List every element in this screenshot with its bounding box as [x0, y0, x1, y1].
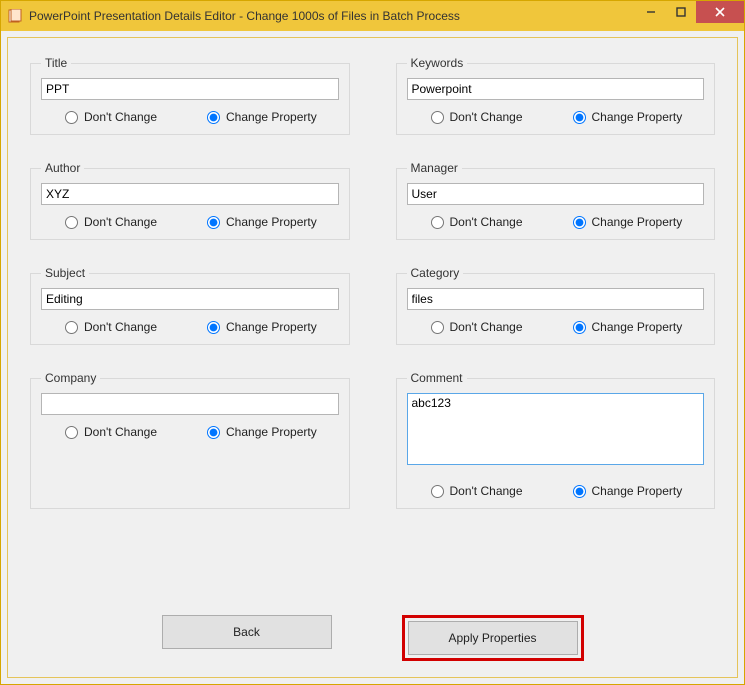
legend-keywords: Keywords — [407, 56, 468, 70]
manager-input[interactable] — [407, 183, 705, 205]
radio-row-comment: Don't Change Change Property — [407, 484, 705, 498]
group-category: Category Don't Change Change Property — [396, 266, 716, 345]
manager-dont-change-radio[interactable]: Don't Change — [431, 215, 523, 229]
titlebar[interactable]: PowerPoint Presentation Details Editor -… — [1, 1, 744, 31]
group-author: Author Don't Change Change Property — [30, 161, 350, 240]
radio-row-subject: Don't Change Change Property — [41, 320, 339, 334]
maximize-button[interactable] — [666, 1, 696, 23]
keywords-change-property-radio[interactable]: Change Property — [573, 110, 683, 124]
category-change-property-radio[interactable]: Change Property — [573, 320, 683, 334]
author-dont-change-radio[interactable]: Don't Change — [65, 215, 157, 229]
title-dont-change-radio[interactable]: Don't Change — [65, 110, 157, 124]
minimize-button[interactable] — [636, 1, 666, 23]
manager-change-property-radio[interactable]: Change Property — [573, 215, 683, 229]
apply-properties-button[interactable]: Apply Properties — [408, 621, 578, 655]
keywords-dont-change-radio[interactable]: Don't Change — [431, 110, 523, 124]
category-input[interactable] — [407, 288, 705, 310]
comment-input[interactable] — [407, 393, 705, 465]
radio-row-title: Don't Change Change Property — [41, 110, 339, 124]
app-icon — [7, 8, 23, 24]
company-dont-change-radio[interactable]: Don't Change — [65, 425, 157, 439]
radio-row-keywords: Don't Change Change Property — [407, 110, 705, 124]
category-dont-change-radio[interactable]: Don't Change — [431, 320, 523, 334]
legend-author: Author — [41, 161, 84, 175]
legend-subject: Subject — [41, 266, 89, 280]
radio-row-manager: Don't Change Change Property — [407, 215, 705, 229]
group-subject: Subject Don't Change Change Property — [30, 266, 350, 345]
close-button[interactable] — [696, 1, 744, 23]
keywords-input[interactable] — [407, 78, 705, 100]
back-button[interactable]: Back — [162, 615, 332, 649]
group-manager: Manager Don't Change Change Property — [396, 161, 716, 240]
apply-highlight: Apply Properties — [402, 615, 584, 661]
company-change-property-radio[interactable]: Change Property — [207, 425, 317, 439]
radio-row-author: Don't Change Change Property — [41, 215, 339, 229]
legend-comment: Comment — [407, 371, 467, 385]
app-window: PowerPoint Presentation Details Editor -… — [0, 0, 745, 685]
window-title: PowerPoint Presentation Details Editor -… — [29, 9, 460, 23]
window-controls — [636, 1, 744, 23]
title-input[interactable] — [41, 78, 339, 100]
footer-buttons: Back Apply Properties — [8, 615, 737, 661]
company-input[interactable] — [41, 393, 339, 415]
group-title: Title Don't Change Change Property — [30, 56, 350, 135]
group-comment: Comment Don't Change Change Property — [396, 371, 716, 509]
group-company: Company Don't Change Change Property — [30, 371, 350, 509]
legend-manager: Manager — [407, 161, 462, 175]
subject-input[interactable] — [41, 288, 339, 310]
legend-category: Category — [407, 266, 464, 280]
subject-change-property-radio[interactable]: Change Property — [207, 320, 317, 334]
author-change-property-radio[interactable]: Change Property — [207, 215, 317, 229]
radio-row-company: Don't Change Change Property — [41, 425, 339, 439]
comment-dont-change-radio[interactable]: Don't Change — [431, 484, 523, 498]
comment-change-property-radio[interactable]: Change Property — [573, 484, 683, 498]
content-area: Title Don't Change Change Property Keywo… — [7, 37, 738, 678]
legend-title: Title — [41, 56, 71, 70]
properties-grid: Title Don't Change Change Property Keywo… — [30, 56, 715, 509]
subject-dont-change-radio[interactable]: Don't Change — [65, 320, 157, 334]
group-keywords: Keywords Don't Change Change Property — [396, 56, 716, 135]
legend-company: Company — [41, 371, 100, 385]
title-change-property-radio[interactable]: Change Property — [207, 110, 317, 124]
author-input[interactable] — [41, 183, 339, 205]
radio-row-category: Don't Change Change Property — [407, 320, 705, 334]
